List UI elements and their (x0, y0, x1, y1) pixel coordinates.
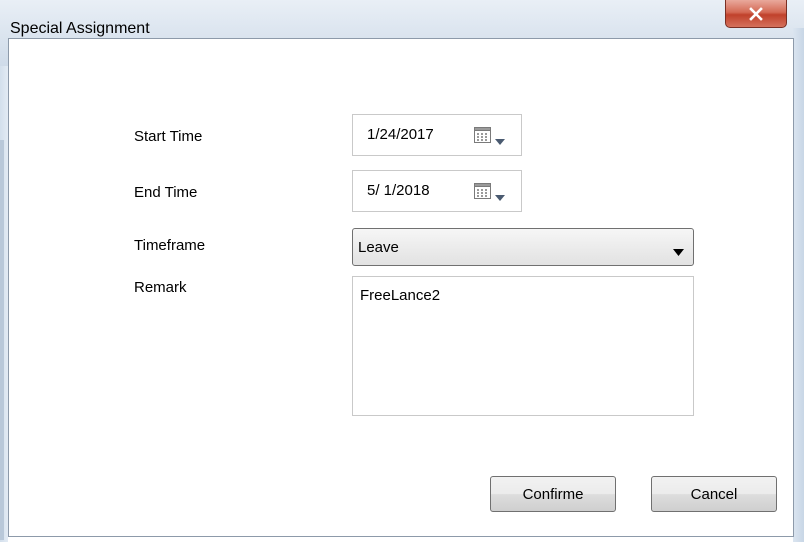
remark-text[interactable]: FreeLance2 (360, 287, 440, 304)
chevron-down-icon[interactable] (495, 188, 505, 205)
remark-label: Remark (134, 279, 187, 296)
end-time-value[interactable]: 5/ 1/2018 (367, 182, 430, 199)
chevron-down-icon[interactable] (673, 243, 684, 260)
dialog-window: Special Assignment Start Time 1/24/2017 (0, 0, 804, 542)
start-time-value[interactable]: 1/24/2017 (367, 126, 434, 143)
calendar-icon[interactable] (474, 183, 492, 204)
close-button[interactable] (725, 0, 787, 28)
chevron-down-icon[interactable] (495, 132, 505, 149)
calendar-icon[interactable] (474, 127, 492, 148)
window-frame-right (793, 28, 804, 542)
cancel-button[interactable]: Cancel (651, 476, 777, 512)
end-time-picker[interactable]: 5/ 1/2018 (352, 170, 522, 212)
start-time-label: Start Time (134, 128, 203, 145)
timeframe-select[interactable]: Leave (352, 228, 694, 266)
end-time-label: End Time (134, 184, 198, 201)
close-x-icon (748, 6, 764, 21)
window-title: Special Assignment (10, 20, 150, 37)
timeframe-label: Timeframe (134, 237, 206, 254)
remark-textarea[interactable]: FreeLance2 (352, 276, 694, 416)
window-frame-shadow (0, 140, 4, 540)
confirm-button[interactable]: Confirme (490, 476, 616, 512)
timeframe-selected-value[interactable]: Leave (358, 239, 399, 256)
start-time-picker[interactable]: 1/24/2017 (352, 114, 522, 156)
